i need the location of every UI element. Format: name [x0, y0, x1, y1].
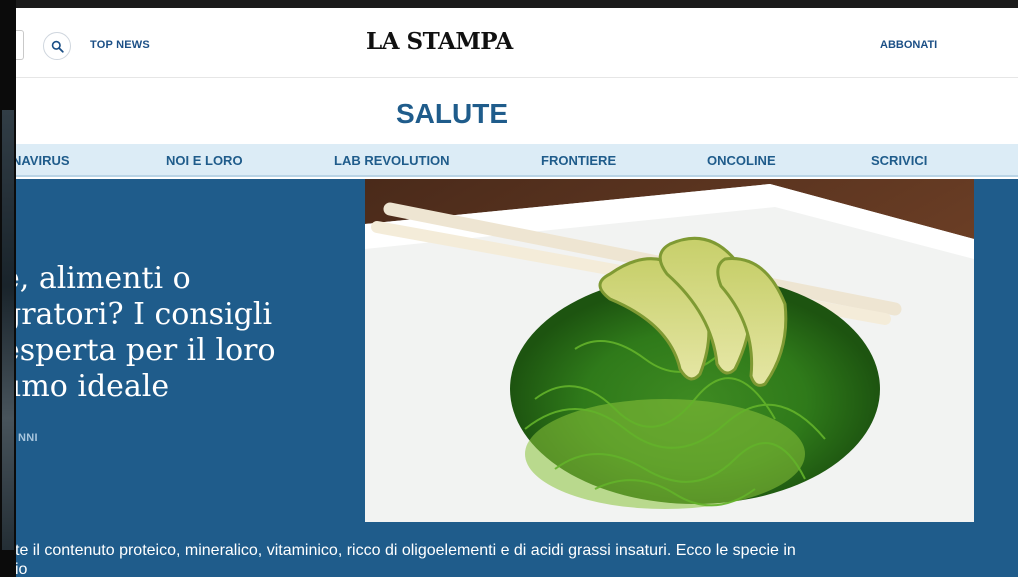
article-summary: te il contenuto proteico, mineralico, vi…	[16, 542, 796, 559]
headline-line: gratori? I consigli	[16, 297, 273, 332]
window-top-edge	[0, 0, 1018, 8]
site-header: TOP NEWS LA STAMPA ABBONATI	[16, 8, 1018, 78]
section-nav: NAVIRUS NOI E LORO LAB REVOLUTION FRONTI…	[16, 144, 1018, 177]
search-icon	[51, 40, 64, 53]
headline-line: e, alimenti o	[16, 261, 191, 296]
window-left-edge	[0, 0, 16, 577]
nav-item-lab-revolution[interactable]: LAB REVOLUTION	[334, 153, 450, 168]
nav-item-coronavirus[interactable]: NAVIRUS	[16, 153, 70, 168]
headline-line: umo ideale	[16, 369, 170, 404]
search-button[interactable]	[43, 32, 71, 60]
article-photo[interactable]	[365, 179, 974, 522]
headline-line: esperta per il loro	[16, 333, 276, 368]
seaweed-salad-image	[365, 179, 974, 522]
article-summary-continued: io	[16, 561, 28, 577]
site-logo[interactable]: LA STAMPA	[366, 28, 513, 55]
section-title-text: SALUTE	[396, 98, 508, 129]
nav-item-oncoline[interactable]: ONCOLINE	[707, 153, 776, 168]
article-headline[interactable]: e, alimenti o gratori? I consigli espert…	[16, 261, 352, 405]
section-title[interactable]: SALUTE	[16, 98, 888, 130]
article-byline[interactable]: NNI	[18, 432, 38, 444]
nav-item-noi-e-loro[interactable]: NOI E LORO	[166, 153, 243, 168]
subscribe-link[interactable]: ABBONATI	[880, 39, 937, 51]
menu-button[interactable]	[16, 30, 24, 60]
top-news-link[interactable]: TOP NEWS	[90, 39, 150, 51]
page: TOP NEWS LA STAMPA ABBONATI SALUTE NAVIR…	[16, 8, 1018, 577]
nav-item-frontiere[interactable]: FRONTIERE	[541, 153, 616, 168]
featured-article: e, alimenti o gratori? I consigli espert…	[16, 179, 1018, 577]
nav-item-scrivici[interactable]: SCRIVICI	[871, 153, 927, 168]
